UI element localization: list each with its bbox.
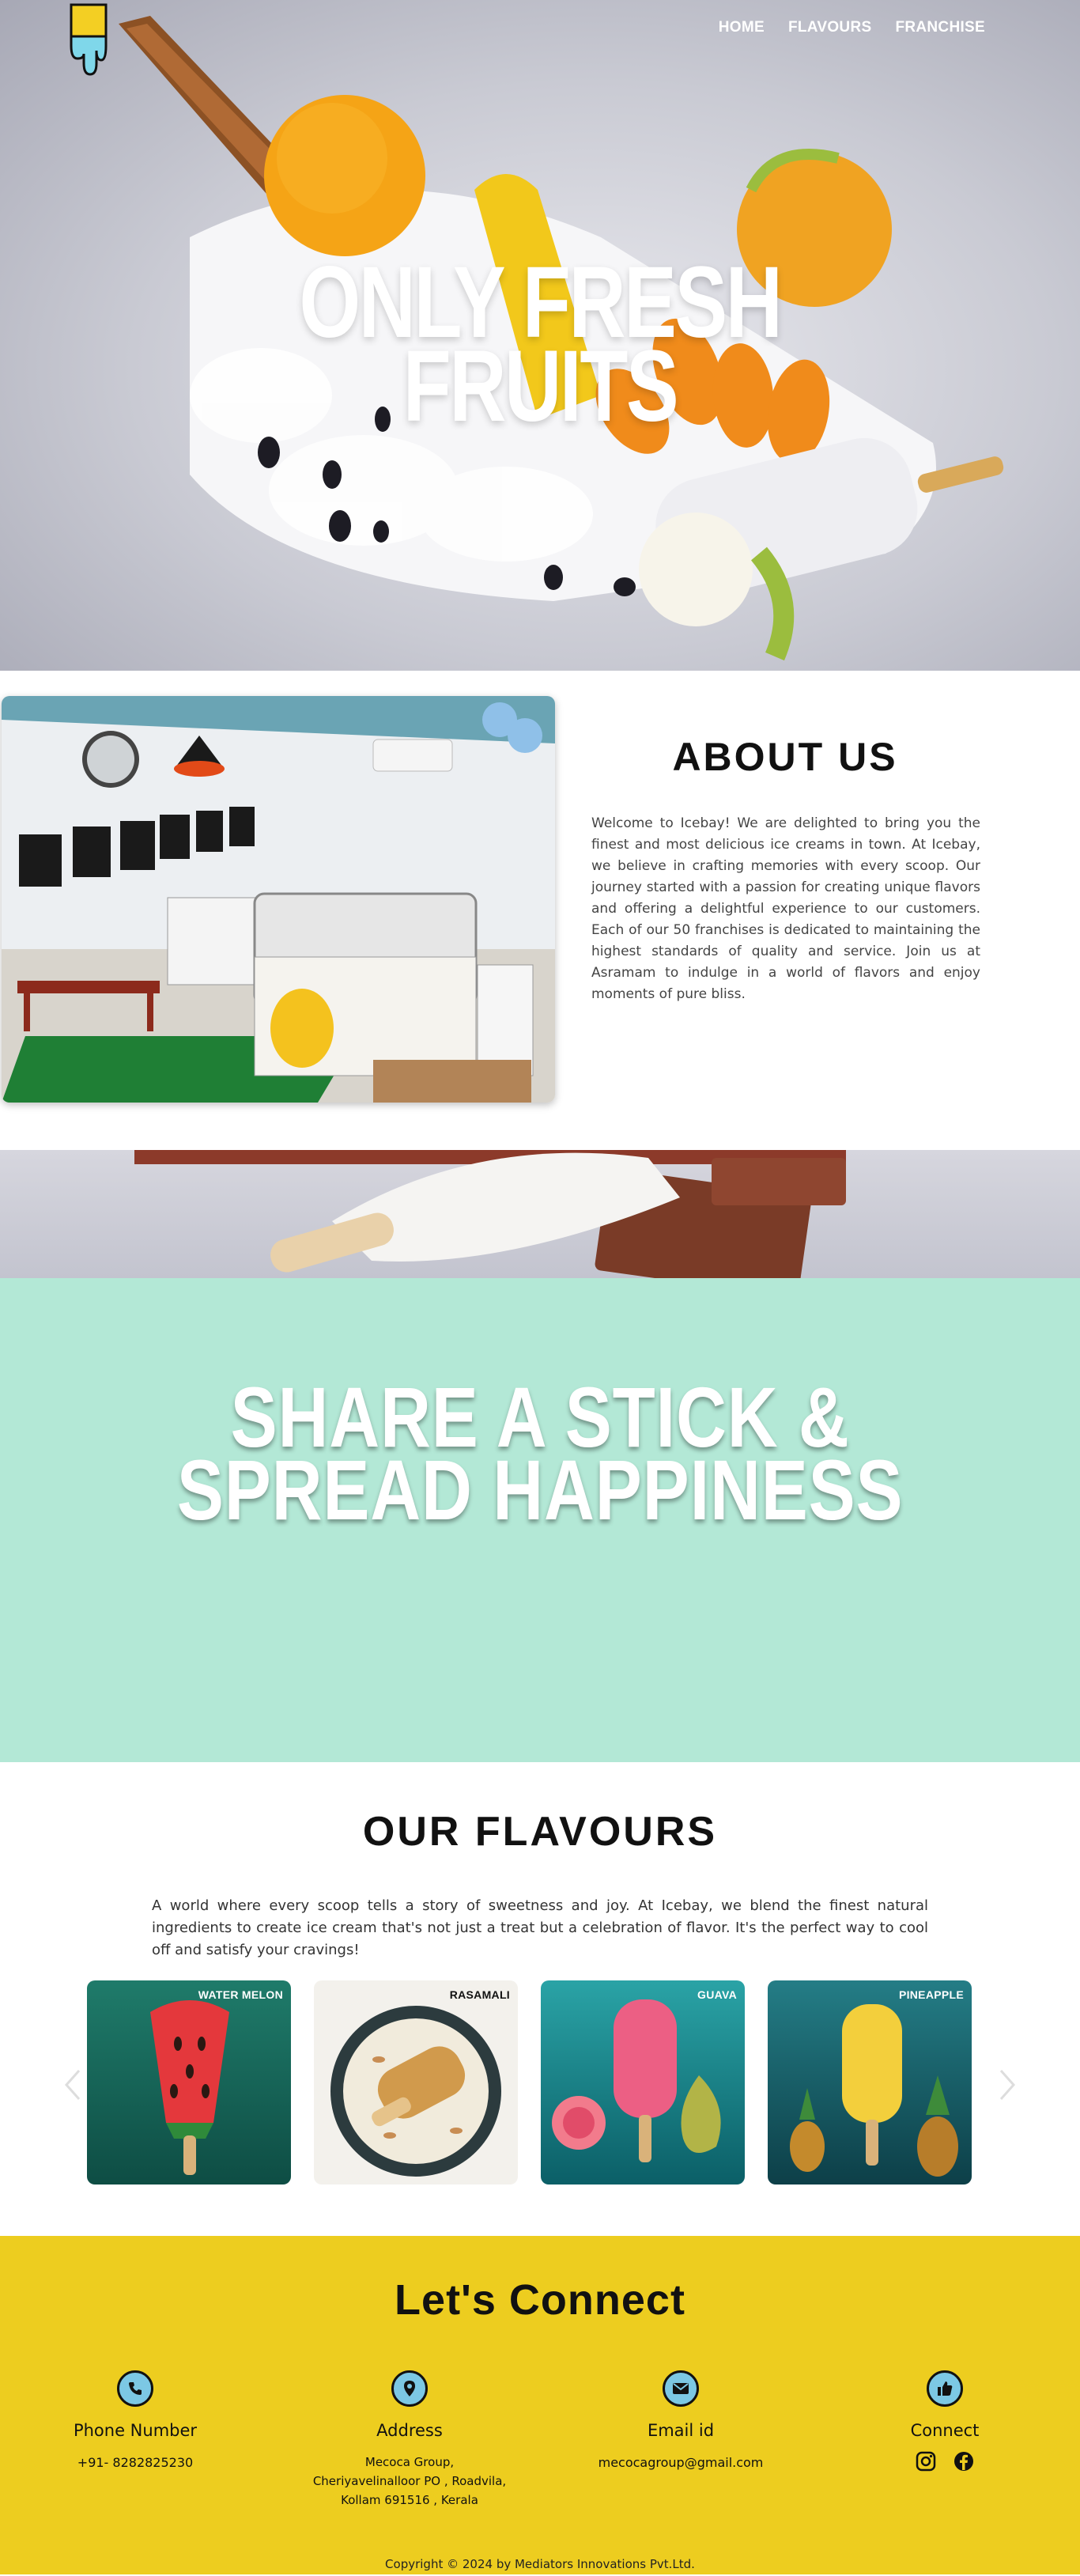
- banner-image: [134, 1150, 846, 1278]
- phone-column: Phone Number +91- 8282825230: [32, 2370, 238, 2472]
- address-line2: Cheriyavelinalloor PO , Roadvila,: [312, 2474, 507, 2488]
- about-section: ABOUT US Welcome to Icebay! We are delig…: [0, 671, 1080, 1150]
- store-photo: [2, 696, 555, 1103]
- address-column: Address Mecoca Group, Cheriyavelinalloor…: [307, 2370, 512, 2510]
- email-label: Email id: [647, 2421, 715, 2440]
- share-title: SHARE A STICK & SPREAD HAPPINESS: [177, 1375, 904, 1533]
- flavour-label: RASAMALI: [449, 1988, 510, 2001]
- pineapple-image: [768, 1980, 972, 2184]
- address-label: Address: [376, 2421, 443, 2440]
- phone-value[interactable]: +91- 8282825230: [32, 2453, 238, 2472]
- flavour-label: PINEAPPLE: [898, 1988, 964, 2001]
- email-column: Email id mecocagroup@gmail.com: [578, 2370, 784, 2472]
- flavour-card-rasamali[interactable]: RASAMALI: [314, 1980, 518, 2184]
- address-line3: Kollam 691516 , Kerala: [341, 2493, 478, 2507]
- top-nav: HOME FLAVOURS FRANCHISE: [719, 19, 985, 36]
- flavour-card-guava[interactable]: GUAVA: [541, 1980, 745, 2184]
- share-section: SHARE A STICK & SPREAD HAPPINESS: [0, 1278, 1080, 1762]
- social-column: Connect: [842, 2370, 1048, 2472]
- flavour-label: WATER MELON: [198, 1988, 283, 2001]
- nav-home[interactable]: HOME: [719, 19, 765, 36]
- phone-icon: [117, 2370, 153, 2407]
- thumbs-up-icon: [927, 2370, 963, 2407]
- instagram-icon[interactable]: [916, 2451, 936, 2472]
- ice-cream-banner: [0, 1150, 1080, 1278]
- icebay-logo[interactable]: [66, 2, 111, 78]
- location-pin-icon: [391, 2370, 428, 2407]
- facebook-icon[interactable]: [953, 2451, 974, 2472]
- address-value: Mecoca Group, Cheriyavelinalloor PO , Ro…: [307, 2453, 512, 2510]
- flavour-label: GUAVA: [697, 1988, 737, 2001]
- rasamali-image: [314, 1980, 518, 2184]
- share-line2: SPREAD HAPPINESS: [176, 1442, 904, 1538]
- hero-section: HOME FLAVOURS FRANCHISE ONLY FRESH FRUIT…: [0, 0, 1080, 671]
- flavours-carousel: WATER MELON RASAMALI GUAVA PINEAPPLE: [55, 1980, 1025, 2186]
- flavour-card-pineapple[interactable]: PINEAPPLE: [768, 1980, 972, 2184]
- address-line1: Mecoca Group,: [364, 2455, 455, 2469]
- connect-title: Let's Connect: [395, 2276, 685, 2324]
- phone-label: Phone Number: [73, 2421, 198, 2440]
- about-title: ABOUT US: [672, 735, 898, 779]
- hero-title: ONLY FRESH FRUITS: [119, 252, 961, 437]
- flavours-section: OUR FLAVOURS A world where every scoop t…: [0, 1762, 1080, 2236]
- email-value[interactable]: mecocagroup@gmail.com: [578, 2453, 784, 2472]
- connect-section: Let's Connect Phone Number +91- 82828252…: [0, 2236, 1080, 2574]
- nav-franchise[interactable]: FRANCHISE: [895, 19, 985, 36]
- flavours-text: A world where every scoop tells a story …: [152, 1897, 928, 1958]
- about-text: Welcome to Icebay! We are delighted to b…: [591, 815, 980, 1002]
- chevron-left-icon[interactable]: [60, 2067, 84, 2102]
- social-label: Connect: [910, 2421, 980, 2440]
- copyright: Copyright © 2024 by Mediators Innovation…: [385, 2557, 695, 2571]
- nav-flavours[interactable]: FLAVOURS: [788, 19, 872, 36]
- email-icon: [663, 2370, 699, 2407]
- flavours-title: OUR FLAVOURS: [362, 1809, 718, 1855]
- guava-image: [541, 1980, 745, 2184]
- hero-title-line2: FRUITS: [402, 330, 679, 443]
- flavour-card-watermelon[interactable]: WATER MELON: [87, 1980, 291, 2184]
- watermelon-image: [87, 1980, 291, 2184]
- chevron-right-icon[interactable]: [996, 2067, 1020, 2102]
- social-links: [842, 2451, 1048, 2472]
